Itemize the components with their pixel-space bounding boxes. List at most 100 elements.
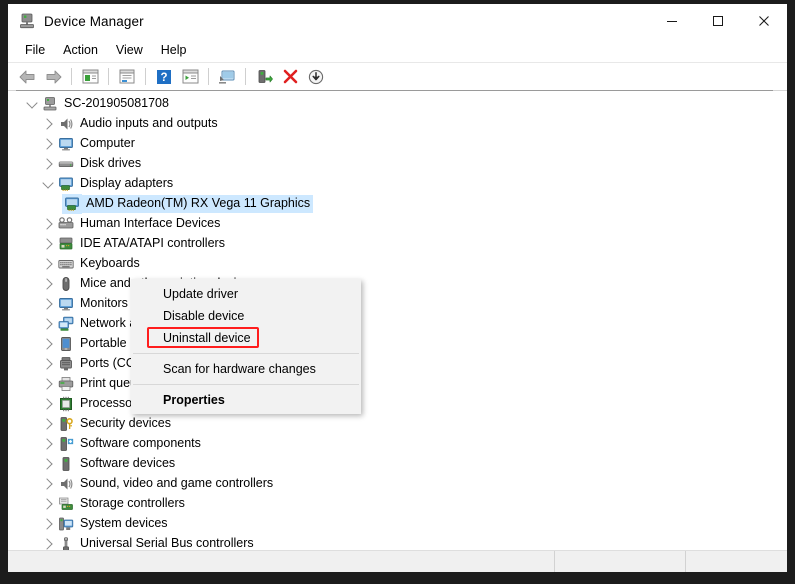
tree-row-ports-com-and-lpt[interactable]: Ports (COM & LPT) (16, 354, 773, 374)
device-manager-icon (18, 12, 36, 30)
context-menu-item-update-driver[interactable]: Update driver (131, 283, 361, 305)
tree-row-label: IDE ATA/ATAPI controllers (80, 236, 225, 250)
chevron-right-icon (41, 258, 53, 270)
chevron-right-icon (41, 418, 53, 430)
tree-row-disk-drives[interactable]: Disk drives (16, 154, 773, 174)
toolbar-separator-2 (108, 68, 109, 85)
menu-help[interactable]: Help (152, 40, 196, 60)
expander[interactable] (40, 154, 56, 174)
expander[interactable] (40, 514, 56, 534)
tree-row-sound-video-and-game-controllers[interactable]: Sound, video and game controllers (16, 474, 773, 494)
expander[interactable] (40, 254, 56, 274)
status-bar-main-cell (8, 551, 555, 572)
menu-view[interactable]: View (107, 40, 152, 60)
show-hide-console-tree-button[interactable] (78, 65, 102, 88)
tree-row-ide-ata-atapi-controllers[interactable]: IDE ATA/ATAPI controllers (16, 234, 773, 254)
tree-row-label: Monitors (80, 296, 128, 310)
context-menu-item-scan-for-hardware-changes[interactable]: Scan for hardware changes (131, 358, 361, 380)
portable-device-icon (56, 334, 76, 354)
tree-row-display-adapters[interactable]: Display adapters (16, 174, 773, 194)
keyboard-icon (56, 254, 76, 274)
scan-hardware-changes-button[interactable] (215, 65, 239, 88)
expander[interactable] (40, 354, 56, 374)
tree-row-audio-inputs-and-outputs[interactable]: Audio inputs and outputs (16, 114, 773, 134)
tree-row-mice-and-other-pointing-devices[interactable]: Mice and other pointing devices (16, 274, 773, 294)
chevron-right-icon (41, 498, 53, 510)
title-bar: Device Manager (8, 4, 787, 38)
tree-row-keyboards[interactable]: Keyboards (16, 254, 773, 274)
close-button[interactable] (741, 4, 787, 38)
context-menu-item-uninstall-device[interactable]: Uninstall device (131, 327, 361, 349)
update-driver-icon (258, 69, 273, 83)
tree-row-processors[interactable]: Processors (16, 394, 773, 414)
expander[interactable] (40, 234, 56, 254)
expander[interactable] (40, 134, 56, 154)
expander[interactable] (40, 534, 56, 551)
expander[interactable] (40, 214, 56, 234)
svg-text:?: ? (160, 72, 167, 84)
tree-row-software-devices[interactable]: Software devices (16, 454, 773, 474)
forward-button[interactable] (41, 65, 65, 88)
chevron-right-icon (41, 218, 53, 230)
help-button[interactable]: ? (152, 65, 176, 88)
tree-row-computer[interactable]: Computer (16, 134, 773, 154)
disable-device-button[interactable] (304, 65, 328, 88)
speaker-icon (56, 114, 76, 134)
tree-row-label: SC-201905081708 (64, 96, 169, 110)
expander[interactable] (40, 294, 56, 314)
expander[interactable] (40, 334, 56, 354)
tree-row-human-interface-devices[interactable]: Human Interface Devices (16, 214, 773, 234)
toolbar-separator-4 (208, 68, 209, 85)
chevron-right-icon (41, 238, 53, 250)
expander[interactable] (40, 394, 56, 414)
expander[interactable] (40, 114, 56, 134)
tree-row-security-devices[interactable]: Security devices (16, 414, 773, 434)
tree-row-label: System devices (80, 516, 168, 530)
tree-row-software-components[interactable]: Software components (16, 434, 773, 454)
expander[interactable] (40, 174, 56, 194)
red-highlight-annotation (147, 327, 259, 348)
context-menu-item-properties[interactable]: Properties (131, 389, 361, 411)
expander[interactable] (40, 314, 56, 334)
update-driver-button[interactable] (252, 65, 276, 88)
properties-button[interactable] (115, 65, 139, 88)
tree-row-label: Universal Serial Bus controllers (80, 536, 254, 550)
expander[interactable] (40, 474, 56, 494)
expander[interactable] (40, 494, 56, 514)
device-tree-pane[interactable]: SC-201905081708 Audio inputs and outputs (16, 90, 773, 551)
tree-row-storage-controllers[interactable]: Storage controllers (16, 494, 773, 514)
tree-row-print-queues[interactable]: Print queues (16, 374, 773, 394)
menu-file[interactable]: File (16, 40, 54, 60)
device-tree: SC-201905081708 Audio inputs and outputs (16, 91, 773, 551)
chevron-right-icon (41, 138, 53, 150)
context-menu: Update driver Disable device Uninstall d… (131, 279, 361, 414)
tree-row-label: Software components (80, 436, 201, 450)
software-component-icon (56, 434, 76, 454)
expander-root[interactable] (24, 94, 40, 114)
chevron-right-icon (41, 298, 53, 310)
maximize-icon (713, 16, 723, 26)
tree-row-network-adapters[interactable]: Network adapters (16, 314, 773, 334)
back-button[interactable] (15, 65, 39, 88)
tree-row-system-devices[interactable]: System devices (16, 514, 773, 534)
tree-row-label: Human Interface Devices (80, 216, 221, 230)
expander[interactable] (40, 374, 56, 394)
expander[interactable] (40, 454, 56, 474)
action-menu-button[interactable] (178, 65, 202, 88)
minimize-button[interactable] (649, 4, 695, 38)
tree-row-universal-serial-bus-controllers[interactable]: Universal Serial Bus controllers (16, 534, 773, 551)
tree-row-portable-devices[interactable]: Portable Devices (16, 334, 773, 354)
context-menu-item-disable-device[interactable]: Disable device (131, 305, 361, 327)
menu-action[interactable]: Action (54, 40, 107, 60)
expander[interactable] (40, 274, 56, 294)
software-device-icon (56, 454, 76, 474)
expander[interactable] (40, 434, 56, 454)
tree-row-root[interactable]: SC-201905081708 (16, 94, 773, 114)
tree-row-label: Software devices (80, 456, 176, 470)
maximize-button[interactable] (695, 4, 741, 38)
expander[interactable] (40, 414, 56, 434)
chevron-right-icon (41, 398, 53, 410)
uninstall-device-button[interactable] (278, 65, 302, 88)
tree-row-amd-radeon-graphics[interactable]: AMD Radeon(TM) RX Vega 11 Graphics (16, 194, 773, 214)
tree-row-monitors[interactable]: Monitors (16, 294, 773, 314)
